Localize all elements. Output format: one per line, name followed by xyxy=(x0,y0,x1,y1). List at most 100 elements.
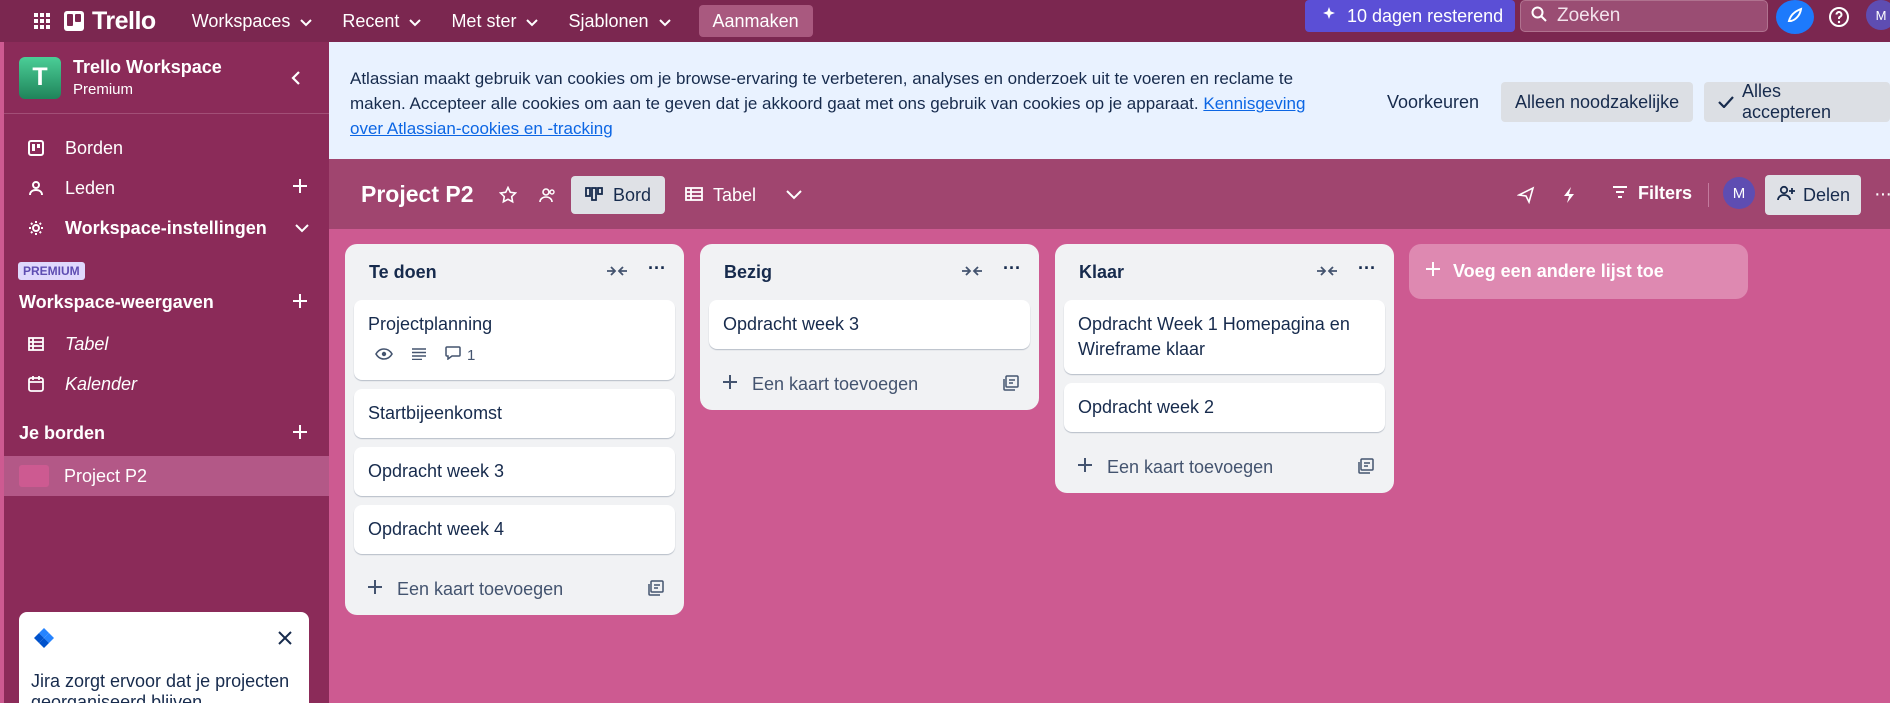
sidebar-item-calendar-view[interactable]: Kalender xyxy=(4,365,329,403)
plus-icon xyxy=(722,374,738,395)
comments-badge: 1 xyxy=(445,343,475,368)
card[interactable]: Opdracht week 2 xyxy=(1064,383,1385,432)
automation-icon[interactable] xyxy=(1555,181,1583,209)
board-icon xyxy=(24,140,48,156)
view-table-label: Tabel xyxy=(713,184,757,205)
gear-icon xyxy=(24,220,48,236)
nav-starred[interactable]: Met ster xyxy=(439,5,550,37)
list-menu-icon[interactable]: ··· xyxy=(1003,258,1021,279)
create-from-template-icon[interactable] xyxy=(1003,375,1019,396)
filters-button[interactable]: Filters xyxy=(1612,183,1692,204)
nav-templates[interactable]: Sjablonen xyxy=(556,5,682,37)
card-title: Startbijeenkomst xyxy=(368,403,503,423)
list-menu-icon[interactable]: ··· xyxy=(1358,258,1376,279)
cookie-accept-all-button[interactable]: Alles accepteren xyxy=(1704,81,1890,122)
power-ups-icon[interactable] xyxy=(1512,181,1540,209)
nav-workspaces[interactable]: Workspaces xyxy=(180,5,325,37)
more-options-icon[interactable]: ··· xyxy=(1874,183,1890,206)
view-board-label: Bord xyxy=(613,184,652,205)
cookie-preferences-button[interactable]: Voorkeuren xyxy=(1373,82,1493,122)
nav-recent[interactable]: Recent xyxy=(330,5,433,37)
board-title[interactable]: Project P2 xyxy=(361,181,474,208)
list-title[interactable]: Klaar xyxy=(1079,262,1124,283)
collapse-list-icon[interactable] xyxy=(1316,262,1338,283)
card-title: Opdracht week 3 xyxy=(723,314,860,334)
plus-icon xyxy=(367,579,383,600)
member-avatar[interactable]: M xyxy=(1723,177,1755,209)
board-view-icon xyxy=(585,185,603,206)
card[interactable]: Startbijeenkomst xyxy=(354,389,675,438)
sidebar-item-workspace-settings[interactable]: Workspace-instellingen xyxy=(4,209,329,247)
add-board-plus-icon[interactable] xyxy=(291,423,309,446)
create-from-template-icon[interactable] xyxy=(648,580,664,601)
card[interactable]: Opdracht week 3 xyxy=(709,300,1030,349)
list-menu-icon[interactable]: ··· xyxy=(648,258,666,279)
add-list-label: Voeg een andere lijst toe xyxy=(1453,261,1664,281)
sidebar-item-boards[interactable]: Borden xyxy=(4,129,329,167)
view-board-button[interactable]: Bord xyxy=(571,176,666,214)
comment-icon xyxy=(445,343,461,368)
nav-recent-label: Recent xyxy=(342,10,400,31)
search-box[interactable] xyxy=(1520,0,1768,32)
add-member-plus-icon[interactable] xyxy=(291,177,309,200)
help-icon[interactable] xyxy=(1824,2,1854,32)
list-klaar: Klaar ··· Opdracht Week 1 Homepagina en … xyxy=(1055,244,1394,493)
workspace-views-title: Workspace-weergaven xyxy=(19,292,214,312)
sidebar-item-table-view[interactable]: Tabel xyxy=(4,325,329,363)
create-from-template-icon[interactable] xyxy=(1358,458,1374,479)
sidebar-item-members[interactable]: Leden xyxy=(4,169,329,207)
collapse-sidebar-button[interactable] xyxy=(280,64,312,96)
nav-menu: Workspaces Recent Met ster Sjablonen Aan… xyxy=(180,5,813,37)
sidebar-item-label: Borden xyxy=(65,137,124,158)
cookie-text: Atlassian maakt gebruik van cookies om j… xyxy=(350,66,1340,141)
star-icon[interactable] xyxy=(494,181,522,209)
add-card-button[interactable]: Een kaart toevoegen xyxy=(345,563,684,615)
card[interactable]: Projectplanning 1 xyxy=(354,300,675,380)
list-title[interactable]: Te doen xyxy=(369,262,437,283)
top-navigation-bar: Trello Workspaces Recent Met ster Sjablo… xyxy=(0,0,1890,42)
view-table-button[interactable]: Tabel xyxy=(671,176,770,214)
nav-templates-label: Sjablonen xyxy=(568,10,649,31)
share-button[interactable]: Delen xyxy=(1765,175,1861,215)
jira-promo-text: Jira zorgt ervoor dat je projecten georg… xyxy=(31,671,290,703)
chevron-left-icon xyxy=(291,70,301,90)
notifications-rocket-button[interactable] xyxy=(1776,0,1814,34)
collapse-list-icon[interactable] xyxy=(961,262,983,283)
add-card-label: Een kaart toevoegen xyxy=(1107,456,1274,477)
card[interactable]: Opdracht week 4 xyxy=(354,505,675,554)
sidebar: T Trello Workspace Premium Borden Leden … xyxy=(4,42,329,703)
list-te-doen: Te doen ··· Projectplanning 1 Startbijee… xyxy=(345,244,684,615)
add-card-button[interactable]: Een kaart toevoegen xyxy=(700,358,1039,410)
nav-workspaces-label: Workspaces xyxy=(191,10,291,31)
calendar-icon xyxy=(24,376,48,392)
workspace-plan: Premium xyxy=(73,81,134,98)
add-view-plus-icon[interactable] xyxy=(291,292,309,315)
add-list-button[interactable]: Voeg een andere lijst toe xyxy=(1409,244,1748,299)
chevron-down-icon xyxy=(526,11,539,32)
add-card-button[interactable]: Een kaart toevoegen xyxy=(1055,441,1394,493)
workspace-name[interactable]: Trello Workspace xyxy=(73,57,222,78)
trial-label: 10 dagen resterend xyxy=(1347,5,1504,26)
account-avatar[interactable]: M xyxy=(1866,0,1890,30)
filters-label: Filters xyxy=(1638,183,1693,203)
trial-remaining-button[interactable]: 10 dagen resterend xyxy=(1305,0,1515,32)
sidebar-board-project-p2[interactable]: Project P2 xyxy=(4,456,329,496)
close-icon[interactable] xyxy=(277,630,293,651)
chevron-down-icon[interactable] xyxy=(295,217,309,238)
trello-logo[interactable]: Trello xyxy=(64,7,156,36)
chevron-down-icon[interactable] xyxy=(780,181,808,209)
search-input[interactable] xyxy=(1557,5,1747,27)
card-title: Opdracht Week 1 Homepagina en Wireframe … xyxy=(1078,314,1350,359)
header-divider xyxy=(1708,183,1709,207)
visibility-icon[interactable] xyxy=(534,181,562,209)
accept-all-label: Alles accepteren xyxy=(1742,81,1832,122)
list-title[interactable]: Bezig xyxy=(724,262,772,283)
collapse-list-icon[interactable] xyxy=(606,262,628,283)
chevron-down-icon xyxy=(300,11,313,32)
card[interactable]: Opdracht week 3 xyxy=(354,447,675,496)
card[interactable]: Opdracht Week 1 Homepagina en Wireframe … xyxy=(1064,300,1385,374)
app-switcher-icon[interactable] xyxy=(22,7,62,35)
premium-badge: PREMIUM xyxy=(18,262,85,280)
cookie-necessary-only-button[interactable]: Alleen noodzakelijke xyxy=(1501,82,1694,122)
create-button[interactable]: Aanmaken xyxy=(698,5,813,37)
